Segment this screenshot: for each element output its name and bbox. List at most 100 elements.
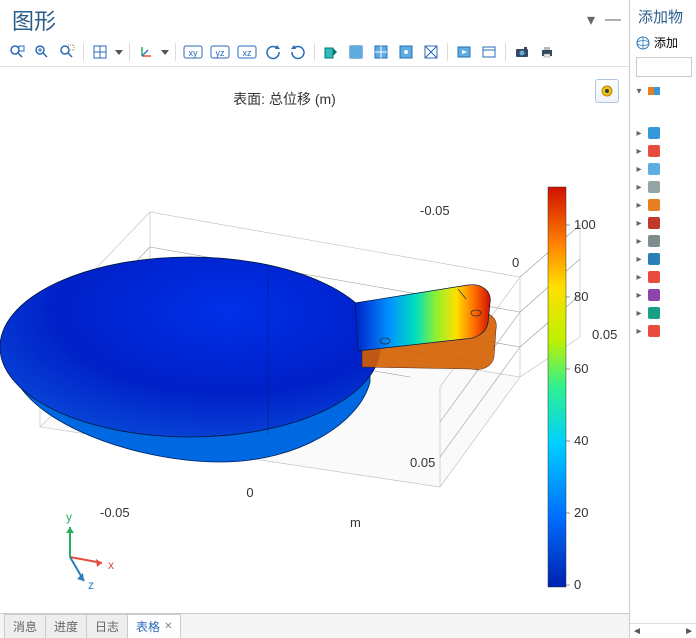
add-physics-panel: 添加物 添加 ▾ ▸ ▸ ▸ ▸ ▸ ▸ bbox=[630, 0, 696, 638]
physics-item[interactable]: ▸ bbox=[632, 178, 694, 196]
view-xy-icon[interactable]: xy bbox=[181, 41, 205, 63]
expand-icon[interactable]: ▸ bbox=[634, 290, 644, 301]
tab-label: 日志 bbox=[95, 618, 119, 635]
physics-item[interactable]: ▸ bbox=[632, 250, 694, 268]
camera-icon[interactable] bbox=[511, 41, 533, 63]
scroll-left-icon[interactable]: ◄ bbox=[632, 626, 642, 637]
svg-text:0: 0 bbox=[574, 577, 581, 592]
physics-item[interactable]: ▸ bbox=[632, 124, 694, 142]
physics-tree: ▾ ▸ ▸ ▸ ▸ ▸ ▸ ▸ ▸ ▸ bbox=[630, 80, 696, 342]
physics-item[interactable]: ▸ bbox=[632, 214, 694, 232]
tree-root[interactable]: ▾ bbox=[632, 82, 694, 100]
svg-text:0: 0 bbox=[512, 255, 519, 270]
view-yz-icon[interactable]: yz bbox=[208, 41, 232, 63]
svg-text:-0.05: -0.05 bbox=[100, 505, 130, 520]
svg-text:z: z bbox=[88, 578, 94, 592]
grid-icon[interactable] bbox=[89, 41, 111, 63]
physics-item[interactable]: ▸ bbox=[632, 196, 694, 214]
expand-icon[interactable]: ▸ bbox=[634, 308, 644, 319]
tab-表格[interactable]: 表格✕ bbox=[127, 614, 181, 638]
svg-text:0.05: 0.05 bbox=[410, 455, 435, 470]
view-xz-icon[interactable]: xz bbox=[235, 41, 259, 63]
scroll-right-icon[interactable]: ► bbox=[684, 626, 694, 637]
svg-text:x: x bbox=[108, 558, 114, 572]
physics-icon-7 bbox=[646, 233, 662, 249]
physics-item[interactable]: ▸ bbox=[632, 304, 694, 322]
physics-icon-10 bbox=[646, 287, 662, 303]
physics-icon-12 bbox=[646, 323, 662, 339]
physics-icon-1 bbox=[646, 125, 662, 141]
plot-canvas[interactable]: -0.05 0 0.05 m -0.05 0 0.05 x y z bbox=[0, 67, 630, 607]
bottom-tabs: 消息进度日志表格✕ bbox=[0, 613, 629, 638]
transparency-icon[interactable] bbox=[345, 41, 367, 63]
globe-icon bbox=[636, 36, 650, 50]
wireframe-icon[interactable] bbox=[370, 41, 392, 63]
close-icon[interactable]: ✕ bbox=[164, 621, 172, 632]
x-axis-label: m bbox=[350, 515, 361, 530]
expand-icon[interactable]: ▸ bbox=[634, 326, 644, 337]
orientation-triad: x y z bbox=[66, 510, 114, 592]
physics-icon-6 bbox=[646, 215, 662, 231]
tab-label: 消息 bbox=[13, 618, 37, 635]
svg-text:-0.05: -0.05 bbox=[420, 203, 450, 218]
collapse-icon[interactable]: ▾ bbox=[634, 86, 644, 97]
minimize-icon[interactable]: — bbox=[605, 12, 621, 28]
select-icon[interactable] bbox=[395, 41, 417, 63]
tab-日志[interactable]: 日志 bbox=[86, 614, 128, 638]
physics-item[interactable]: ▸ bbox=[632, 142, 694, 160]
render-icon[interactable] bbox=[453, 41, 475, 63]
physics-item[interactable]: ▸ bbox=[632, 232, 694, 250]
mesh-icon[interactable] bbox=[420, 41, 442, 63]
window-icon[interactable] bbox=[478, 41, 500, 63]
expand-icon[interactable]: ▸ bbox=[634, 200, 644, 211]
axis-triad-icon[interactable] bbox=[135, 41, 157, 63]
tab-消息[interactable]: 消息 bbox=[4, 614, 46, 638]
tab-进度[interactable]: 进度 bbox=[45, 614, 87, 638]
tree-root-icon bbox=[646, 83, 662, 99]
zoom-in-icon[interactable] bbox=[31, 41, 53, 63]
light-icon[interactable] bbox=[320, 41, 342, 63]
panel-title-actions: ▾ — bbox=[583, 12, 621, 28]
physics-icon-4 bbox=[646, 179, 662, 195]
physics-item[interactable]: ▸ bbox=[632, 160, 694, 178]
expand-icon[interactable]: ▸ bbox=[634, 218, 644, 229]
physics-icon-2 bbox=[646, 143, 662, 159]
svg-text:0.05: 0.05 bbox=[592, 327, 617, 342]
physics-item[interactable]: ▸ bbox=[632, 322, 694, 340]
menu-dropdown-icon[interactable]: ▾ bbox=[583, 12, 599, 28]
expand-icon[interactable]: ▸ bbox=[634, 164, 644, 175]
paddle-blade bbox=[0, 257, 380, 437]
expand-icon[interactable]: ▸ bbox=[634, 146, 644, 157]
axis-dropdown-icon[interactable] bbox=[160, 41, 170, 63]
graphics-toolbar: xyyzxz bbox=[0, 38, 629, 67]
physics-item[interactable]: ▸ bbox=[632, 268, 694, 286]
rotate-ccw-icon[interactable] bbox=[262, 41, 284, 63]
add-row: 添加 bbox=[630, 31, 696, 54]
svg-text:40: 40 bbox=[574, 433, 588, 448]
physics-icon-8 bbox=[646, 251, 662, 267]
horizontal-scrollbar[interactable]: ◄ ► bbox=[630, 623, 696, 638]
expand-icon[interactable]: ▸ bbox=[634, 254, 644, 265]
colorbar: 0 20 40 60 80 100 bbox=[548, 187, 596, 592]
zoom-to-fit-icon[interactable] bbox=[6, 41, 28, 63]
physics-item[interactable]: ▸ bbox=[632, 286, 694, 304]
expand-icon[interactable]: ▸ bbox=[634, 236, 644, 247]
zoom-out-icon[interactable] bbox=[56, 41, 78, 63]
svg-text:y: y bbox=[66, 510, 72, 524]
graphics-panel: 图形 ▾ — xyyzxz 表面: 总位移 (m) bbox=[0, 0, 630, 638]
rotate-cw-icon[interactable] bbox=[287, 41, 309, 63]
print-icon[interactable] bbox=[536, 41, 558, 63]
expand-icon[interactable]: ▸ bbox=[634, 272, 644, 283]
panel-title: 图形 bbox=[12, 4, 56, 36]
expand-icon[interactable]: ▸ bbox=[634, 128, 644, 139]
grid-dropdown-icon[interactable] bbox=[114, 41, 124, 63]
side-panel-title: 添加物 bbox=[630, 0, 696, 31]
search-input[interactable] bbox=[636, 57, 692, 77]
physics-icon-3 bbox=[646, 161, 662, 177]
panel-header: 图形 ▾ — bbox=[0, 0, 629, 38]
expand-icon[interactable]: ▸ bbox=[634, 182, 644, 193]
add-label[interactable]: 添加 bbox=[654, 34, 678, 51]
svg-text:xy: xy bbox=[189, 48, 199, 58]
plot-area[interactable]: 表面: 总位移 (m) bbox=[0, 67, 629, 613]
svg-text:60: 60 bbox=[574, 361, 588, 376]
